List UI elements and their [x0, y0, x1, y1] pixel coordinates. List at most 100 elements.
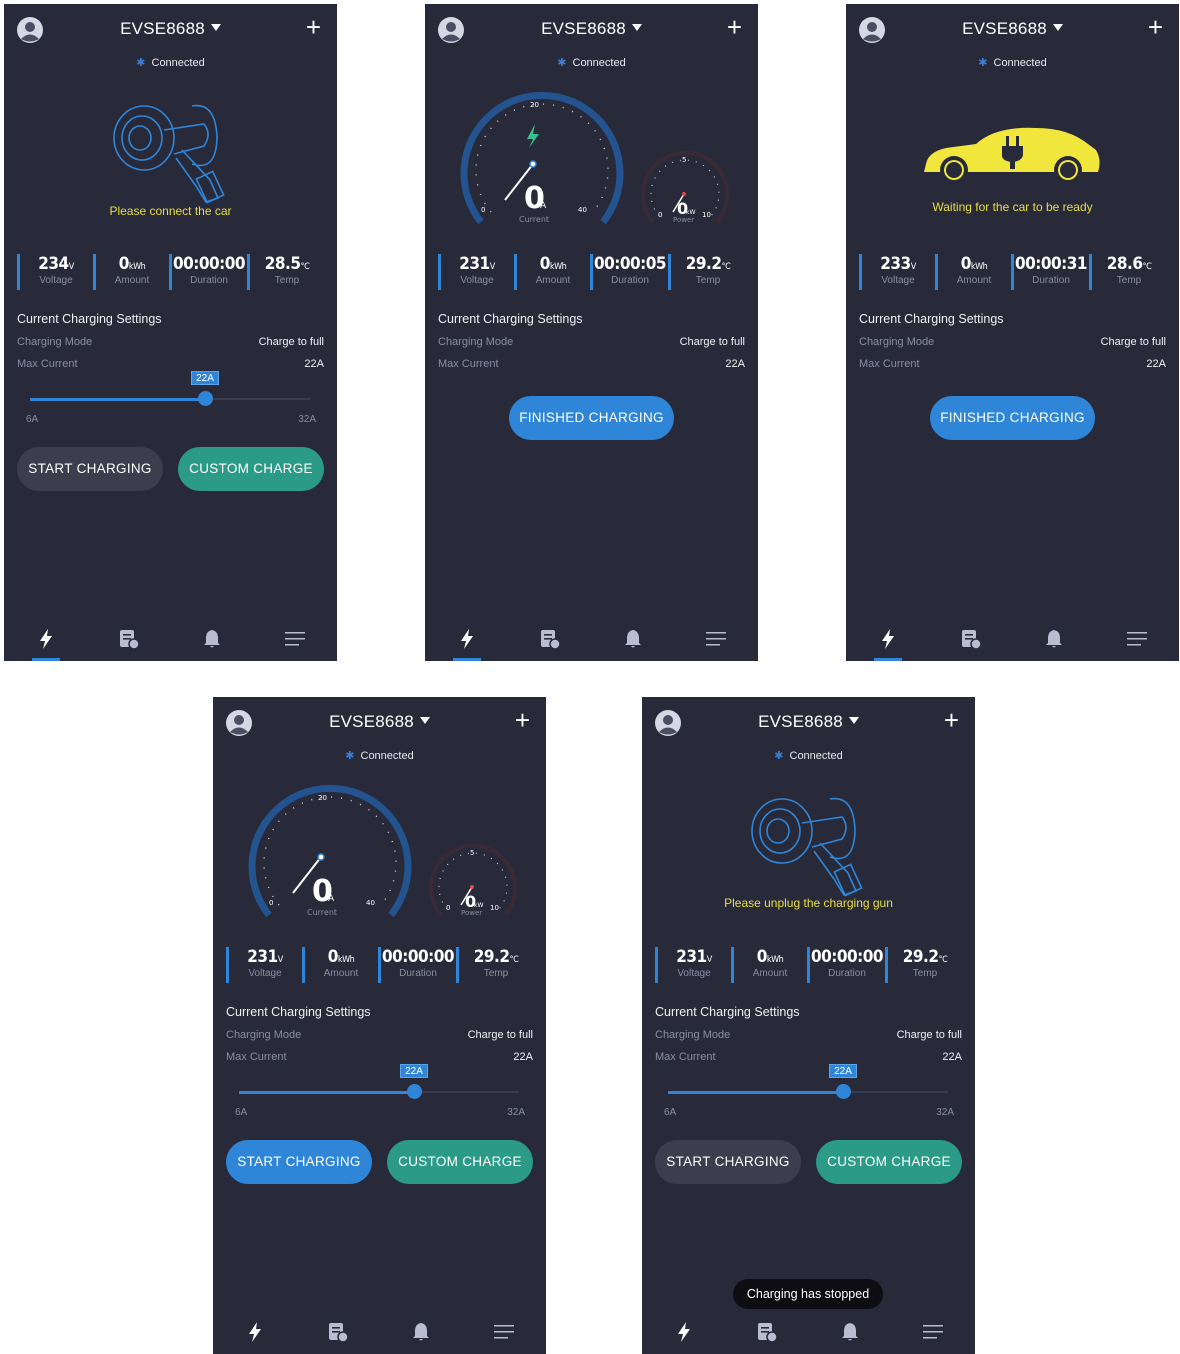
- plus-icon[interactable]: +: [1148, 14, 1163, 40]
- svg-text:0: 0: [658, 211, 662, 219]
- device-name: EVSE8688: [329, 712, 414, 731]
- finished-charging-button[interactable]: FINISHED CHARGING: [509, 396, 674, 440]
- app-header: EVSE8688 +: [425, 4, 758, 54]
- bolt-icon[interactable]: [672, 1320, 696, 1344]
- bell-icon[interactable]: [621, 627, 645, 651]
- plus-icon[interactable]: +: [944, 707, 959, 733]
- menu-icon[interactable]: [283, 627, 307, 651]
- slider-bubble: 22A: [400, 1064, 428, 1078]
- menu-icon[interactable]: [921, 1320, 945, 1344]
- stat-duration: 00:00:00 Duration: [378, 947, 455, 983]
- device-selector[interactable]: EVSE8688: [213, 712, 546, 732]
- device-selector[interactable]: EVSE8688: [425, 19, 758, 39]
- records-icon[interactable]: [959, 627, 983, 651]
- custom-charge-button[interactable]: CUSTOM CHARGE: [178, 447, 324, 491]
- device-selector[interactable]: EVSE8688: [4, 19, 337, 39]
- gauges: 0 20 40 0 A Current 0 5 10 0 kW Power: [248, 784, 517, 917]
- custom-charge-button[interactable]: CUSTOM CHARGE: [816, 1140, 962, 1184]
- slider-handle[interactable]: [836, 1084, 851, 1099]
- nav-active-indicator: [874, 658, 902, 661]
- slider-min: 6A: [235, 1107, 248, 1118]
- bell-icon[interactable]: [200, 627, 224, 651]
- device-name: EVSE8688: [758, 712, 843, 731]
- records-icon[interactable]: [538, 627, 562, 651]
- stat-amount: 0kWh Amount: [731, 947, 806, 983]
- status-message: Waiting for the car to be ready: [932, 200, 1093, 214]
- svg-text:0: 0: [446, 904, 450, 912]
- start-charging-button[interactable]: START CHARGING: [226, 1140, 372, 1184]
- max-current-value: 22A: [304, 358, 324, 370]
- device-name: EVSE8688: [541, 19, 626, 38]
- bell-icon[interactable]: [838, 1320, 862, 1344]
- menu-icon[interactable]: [704, 627, 728, 651]
- stat-temp: 29.2°C Temp: [885, 947, 962, 983]
- charging-mode-value: Charge to full: [679, 336, 745, 348]
- settings-title: Current Charging Settings: [17, 312, 162, 326]
- max-current-label: Max Current: [438, 358, 499, 370]
- plus-icon[interactable]: +: [515, 707, 530, 733]
- caret-down-icon: [210, 24, 221, 31]
- charging-mode-value: Charge to full: [258, 336, 324, 348]
- caret-down-icon: [848, 717, 859, 724]
- max-current-label: Max Current: [226, 1051, 287, 1063]
- screen-waiting-car: EVSE8688 + ✱ Connected Waiting for the ca…: [846, 4, 1179, 661]
- bell-icon[interactable]: [1042, 627, 1066, 651]
- bolt-icon[interactable]: [34, 627, 58, 651]
- bolt-icon[interactable]: [876, 627, 900, 651]
- svg-text:Power: Power: [673, 216, 694, 224]
- records-icon[interactable]: [326, 1320, 350, 1344]
- stat-temp: 28.5°C Temp: [247, 254, 324, 290]
- stats-bar: 231V Voltage 0kWh Amount 00:00:05 Duration …: [438, 254, 745, 290]
- charging-mode-value: Charge to full: [467, 1029, 533, 1041]
- slider-handle[interactable]: [407, 1084, 422, 1099]
- caret-down-icon: [1052, 24, 1063, 31]
- charging-mode-label: Charging Mode: [17, 336, 93, 348]
- plus-icon[interactable]: +: [727, 14, 742, 40]
- device-name: EVSE8688: [962, 19, 1047, 38]
- menu-icon[interactable]: [1125, 627, 1149, 651]
- stat-voltage: 231V Voltage: [226, 947, 301, 983]
- plus-icon[interactable]: +: [306, 14, 321, 40]
- start-charging-button[interactable]: START CHARGING: [655, 1140, 801, 1184]
- stat-temp: 28.6°C Temp: [1089, 254, 1166, 290]
- stats-bar: 233V Voltage 0kWh Amount 00:00:31 Duration …: [859, 254, 1166, 290]
- stats-bar: 231V Voltage 0kWh Amount 00:00:00 Duration …: [655, 947, 962, 983]
- nav-active-indicator: [32, 658, 60, 661]
- svg-text:20: 20: [318, 794, 327, 802]
- svg-text:5: 5: [682, 156, 686, 164]
- slider-handle[interactable]: [198, 391, 213, 406]
- bolt-icon[interactable]: [455, 627, 479, 651]
- slider-min: 6A: [664, 1107, 677, 1118]
- max-current-slider[interactable]: 22A 6A 32A: [664, 1064, 954, 1118]
- menu-icon[interactable]: [492, 1320, 516, 1344]
- start-charging-button[interactable]: START CHARGING: [17, 447, 163, 491]
- slider-max: 32A: [936, 1107, 954, 1118]
- slider-bubble: 22A: [829, 1064, 857, 1078]
- records-icon[interactable]: [755, 1320, 779, 1344]
- device-selector[interactable]: EVSE8688: [642, 712, 975, 732]
- max-current-slider[interactable]: 22A 6A 32A: [26, 371, 316, 425]
- custom-charge-button[interactable]: CUSTOM CHARGE: [387, 1140, 533, 1184]
- finished-charging-button[interactable]: FINISHED CHARGING: [930, 396, 1095, 440]
- toast-message: Charging has stopped: [733, 1279, 883, 1309]
- device-name: EVSE8688: [120, 19, 205, 38]
- max-current-value: 22A: [942, 1051, 962, 1063]
- stat-voltage: 234V Voltage: [17, 254, 92, 290]
- charging-mode-value: Charge to full: [896, 1029, 962, 1041]
- current-unit: A: [540, 201, 547, 211]
- stat-duration: 00:00:00 Duration: [169, 254, 246, 290]
- slider-max: 32A: [507, 1107, 525, 1118]
- charging-mode-value: Charge to full: [1100, 336, 1166, 348]
- stats-bar: 234V Voltage 0kWh Amount 00:00:00 Duration …: [17, 254, 324, 290]
- records-icon[interactable]: [117, 627, 141, 651]
- bluetooth-icon: ✱: [345, 750, 355, 762]
- device-selector[interactable]: EVSE8688: [846, 19, 1179, 39]
- svg-text:10: 10: [702, 211, 711, 219]
- current-mid: 20: [530, 101, 539, 109]
- max-current-slider[interactable]: 22A 6A 32A: [235, 1064, 525, 1118]
- status-message: Please connect the car: [109, 204, 232, 218]
- bell-icon[interactable]: [409, 1320, 433, 1344]
- current-min: 0: [481, 206, 485, 214]
- bolt-icon[interactable]: [243, 1320, 267, 1344]
- stat-temp: 29.2°C Temp: [668, 254, 745, 290]
